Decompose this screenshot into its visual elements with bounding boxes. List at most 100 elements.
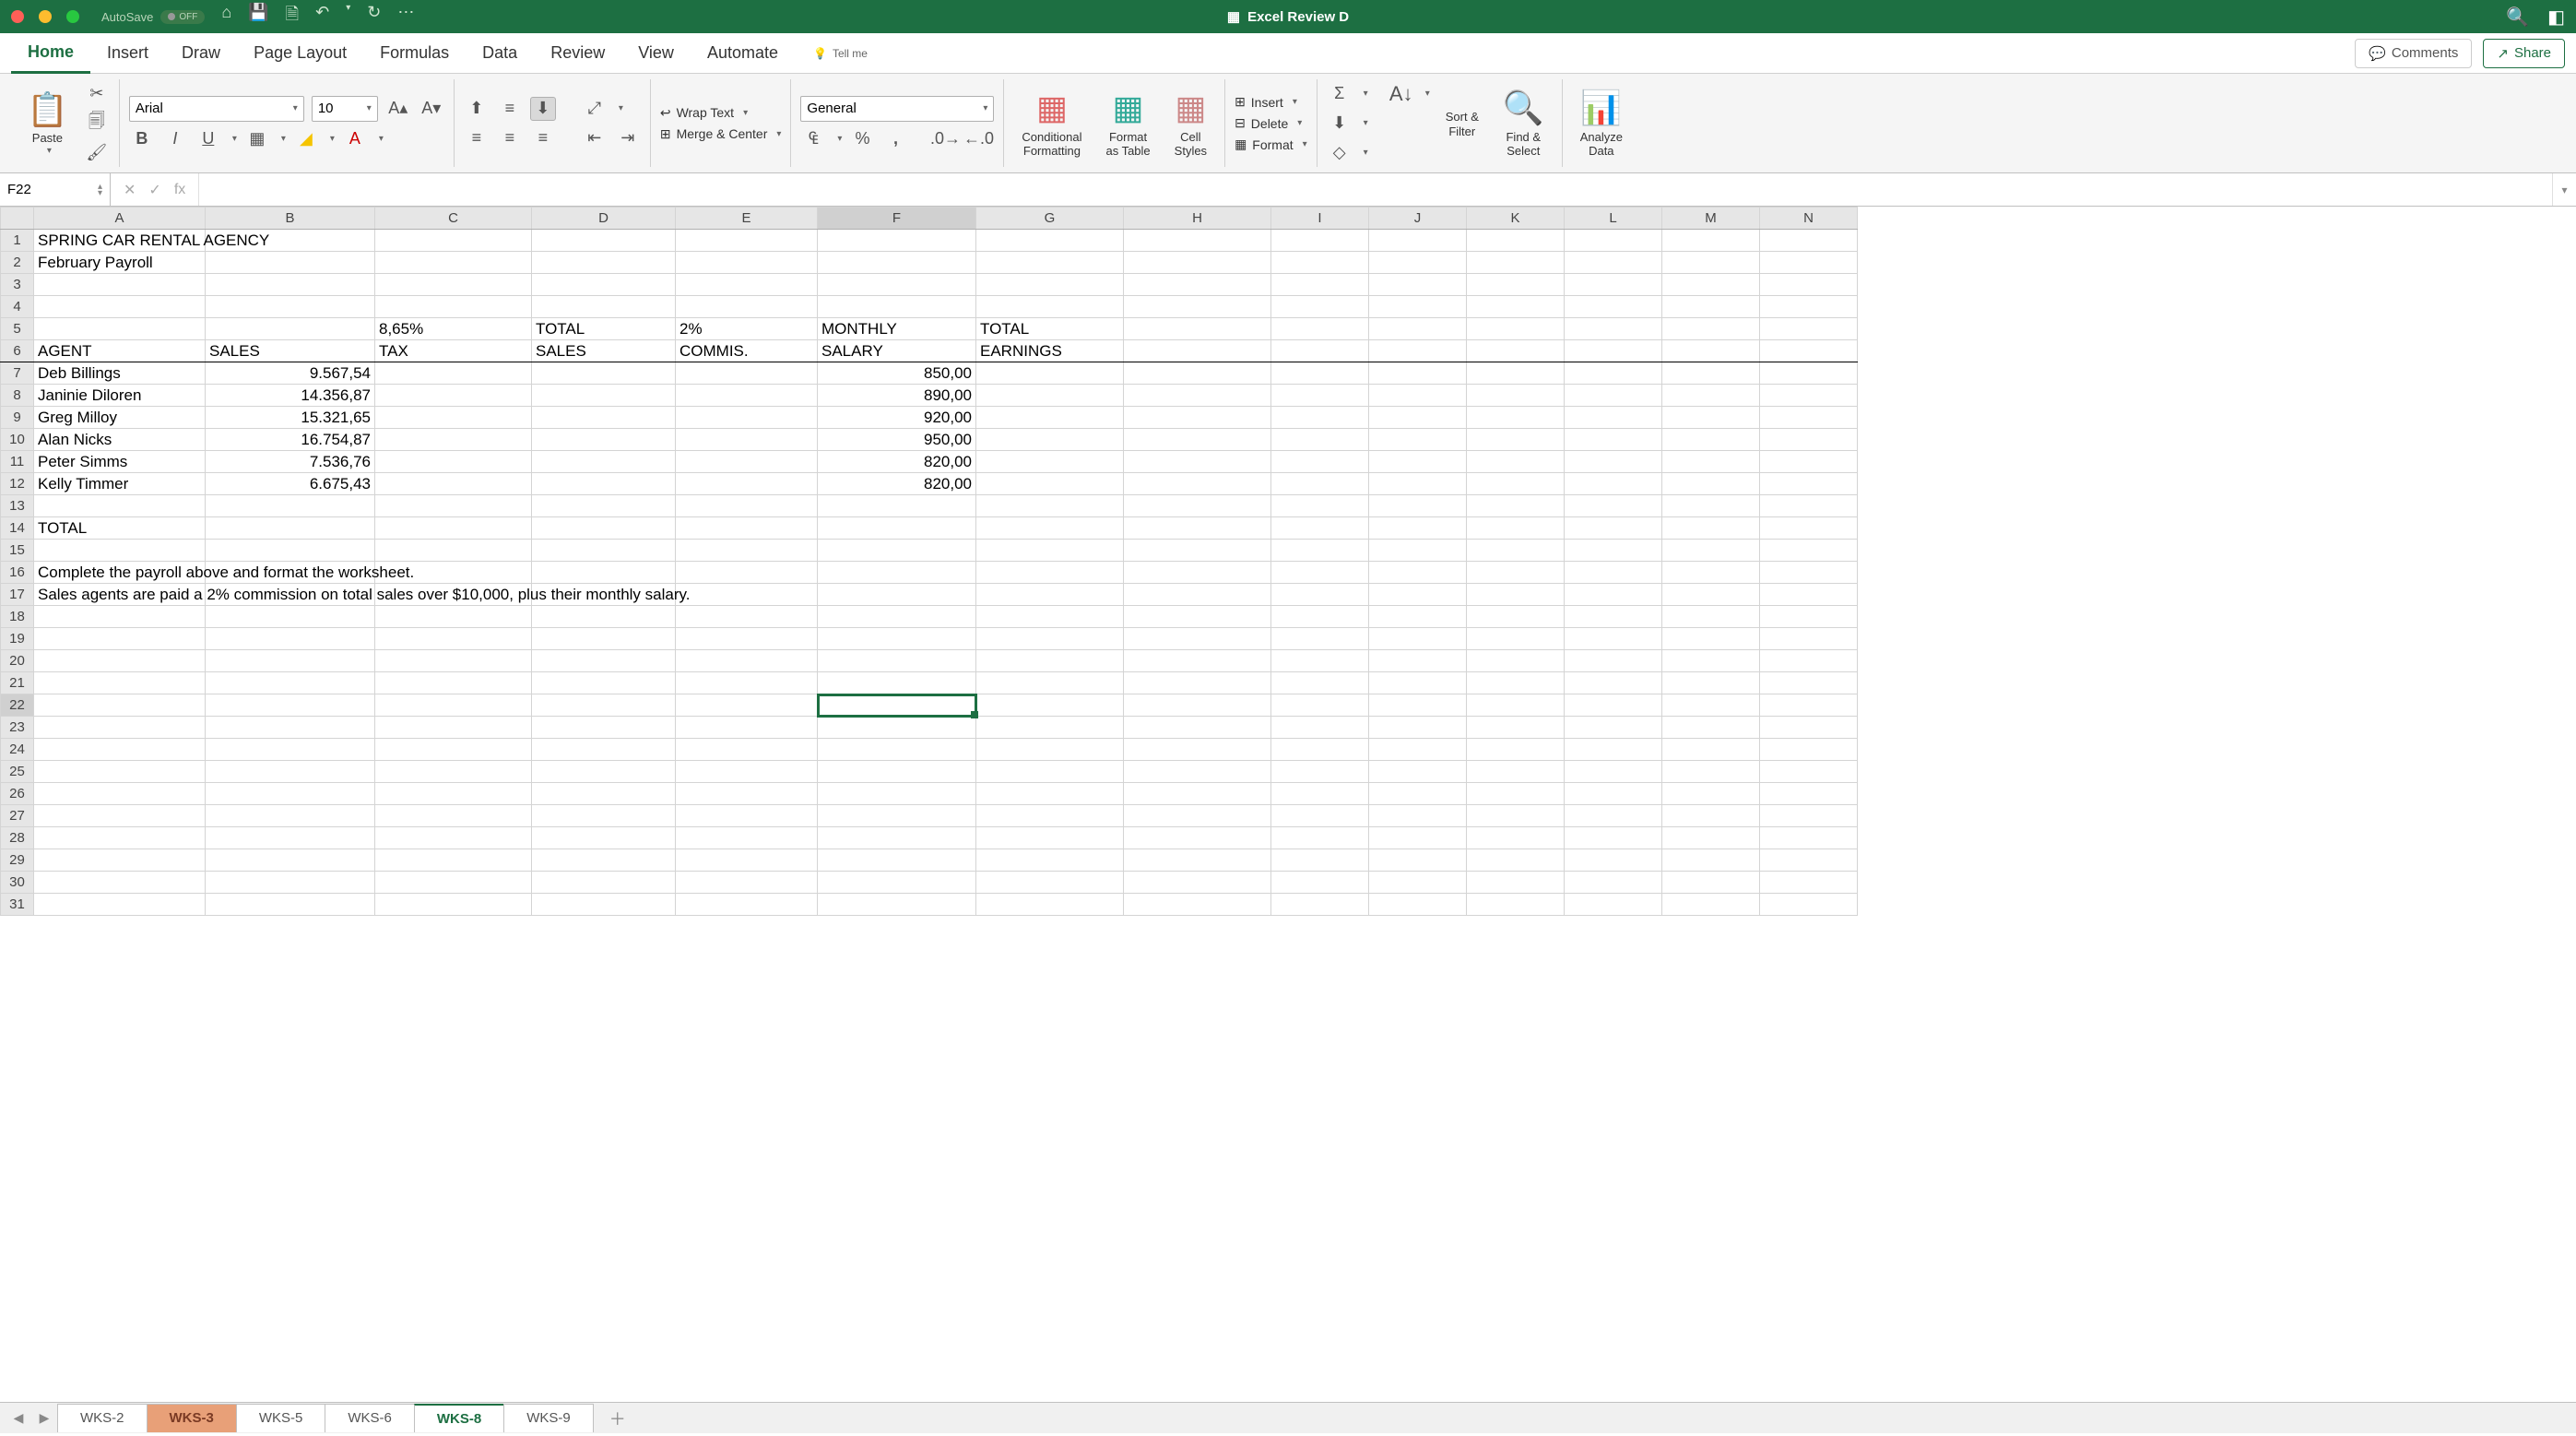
cell-D18[interactable] bbox=[532, 606, 676, 628]
cell-F19[interactable] bbox=[818, 628, 976, 650]
cell-L6[interactable] bbox=[1565, 340, 1662, 362]
cell-A10[interactable]: Alan Nicks bbox=[34, 429, 206, 451]
cell-I12[interactable] bbox=[1271, 473, 1369, 495]
cell-G30[interactable] bbox=[976, 872, 1124, 894]
cell-H9[interactable] bbox=[1124, 407, 1271, 429]
cell-D24[interactable] bbox=[532, 739, 676, 761]
cell-G1[interactable] bbox=[976, 230, 1124, 252]
cell-E30[interactable] bbox=[676, 872, 818, 894]
cell-G21[interactable] bbox=[976, 672, 1124, 694]
cell-B18[interactable] bbox=[206, 606, 375, 628]
cell-F4[interactable] bbox=[818, 296, 976, 318]
cell-I29[interactable] bbox=[1271, 849, 1369, 872]
cell-F14[interactable] bbox=[818, 517, 976, 540]
save-icon[interactable]: 💾 bbox=[248, 3, 268, 30]
cell-J3[interactable] bbox=[1369, 274, 1467, 296]
cell-K12[interactable] bbox=[1467, 473, 1565, 495]
cell-I28[interactable] bbox=[1271, 827, 1369, 849]
cell-M7[interactable] bbox=[1662, 362, 1760, 385]
sheet-tab-WKS-3[interactable]: WKS-3 bbox=[147, 1404, 237, 1432]
cell-H30[interactable] bbox=[1124, 872, 1271, 894]
align-right-icon[interactable]: ≡ bbox=[530, 126, 556, 150]
cell-A29[interactable] bbox=[34, 849, 206, 872]
cell-K28[interactable] bbox=[1467, 827, 1565, 849]
cell-G16[interactable] bbox=[976, 562, 1124, 584]
comments-button[interactable]: 💬 Comments bbox=[2355, 39, 2472, 68]
row-header-14[interactable]: 14 bbox=[1, 517, 34, 540]
cell-A14[interactable]: TOTAL bbox=[34, 517, 206, 540]
cell-N24[interactable] bbox=[1760, 739, 1858, 761]
cell-A11[interactable]: Peter Simms bbox=[34, 451, 206, 473]
cell-G26[interactable] bbox=[976, 783, 1124, 805]
cell-N8[interactable] bbox=[1760, 385, 1858, 407]
cell-M18[interactable] bbox=[1662, 606, 1760, 628]
cell-L20[interactable] bbox=[1565, 650, 1662, 672]
sheet-nav-prev[interactable]: ◀ bbox=[6, 1410, 31, 1426]
align-top-icon[interactable]: ⬆ bbox=[464, 97, 490, 121]
enter-icon[interactable]: ✓ bbox=[148, 181, 160, 199]
cell-B27[interactable] bbox=[206, 805, 375, 827]
row-header-23[interactable]: 23 bbox=[1, 717, 34, 739]
col-header-K[interactable]: K bbox=[1467, 208, 1565, 230]
cell-G11[interactable] bbox=[976, 451, 1124, 473]
cell-A30[interactable] bbox=[34, 872, 206, 894]
cell-G17[interactable] bbox=[976, 584, 1124, 606]
cell-L30[interactable] bbox=[1565, 872, 1662, 894]
cell-B14[interactable] bbox=[206, 517, 375, 540]
cell-J30[interactable] bbox=[1369, 872, 1467, 894]
cell-E24[interactable] bbox=[676, 739, 818, 761]
cell-J4[interactable] bbox=[1369, 296, 1467, 318]
cell-M13[interactable] bbox=[1662, 495, 1760, 517]
row-header-9[interactable]: 9 bbox=[1, 407, 34, 429]
cell-J12[interactable] bbox=[1369, 473, 1467, 495]
cell-I15[interactable] bbox=[1271, 540, 1369, 562]
cell-C27[interactable] bbox=[375, 805, 532, 827]
row-header-11[interactable]: 11 bbox=[1, 451, 34, 473]
cell-E5[interactable]: 2% bbox=[676, 318, 818, 340]
cell-N11[interactable] bbox=[1760, 451, 1858, 473]
cell-I16[interactable] bbox=[1271, 562, 1369, 584]
cell-J19[interactable] bbox=[1369, 628, 1467, 650]
cell-M24[interactable] bbox=[1662, 739, 1760, 761]
increase-indent-icon[interactable]: ⇥ bbox=[615, 126, 641, 150]
cell-A23[interactable] bbox=[34, 717, 206, 739]
cell-J1[interactable] bbox=[1369, 230, 1467, 252]
cell-G24[interactable] bbox=[976, 739, 1124, 761]
cell-I5[interactable] bbox=[1271, 318, 1369, 340]
cell-E8[interactable] bbox=[676, 385, 818, 407]
cell-N3[interactable] bbox=[1760, 274, 1858, 296]
cell-C11[interactable] bbox=[375, 451, 532, 473]
merge-center-button[interactable]: ⊞ Merge & Center▾ bbox=[660, 126, 782, 142]
cell-M20[interactable] bbox=[1662, 650, 1760, 672]
cell-C5[interactable]: 8,65% bbox=[375, 318, 532, 340]
cell-J28[interactable] bbox=[1369, 827, 1467, 849]
cell-N15[interactable] bbox=[1760, 540, 1858, 562]
cell-C22[interactable] bbox=[375, 694, 532, 717]
cell-J21[interactable] bbox=[1369, 672, 1467, 694]
cell-F2[interactable] bbox=[818, 252, 976, 274]
cell-H10[interactable] bbox=[1124, 429, 1271, 451]
cell-G9[interactable] bbox=[976, 407, 1124, 429]
cell-H4[interactable] bbox=[1124, 296, 1271, 318]
cell-E14[interactable] bbox=[676, 517, 818, 540]
cell-N25[interactable] bbox=[1760, 761, 1858, 783]
cell-M31[interactable] bbox=[1662, 894, 1760, 916]
cell-K10[interactable] bbox=[1467, 429, 1565, 451]
cell-L19[interactable] bbox=[1565, 628, 1662, 650]
row-header-6[interactable]: 6 bbox=[1, 340, 34, 362]
cell-J20[interactable] bbox=[1369, 650, 1467, 672]
cell-B21[interactable] bbox=[206, 672, 375, 694]
cell-G15[interactable] bbox=[976, 540, 1124, 562]
formula-input[interactable] bbox=[199, 173, 2552, 206]
cell-H24[interactable] bbox=[1124, 739, 1271, 761]
cell-H12[interactable] bbox=[1124, 473, 1271, 495]
cell-B24[interactable] bbox=[206, 739, 375, 761]
cell-L3[interactable] bbox=[1565, 274, 1662, 296]
row-header-8[interactable]: 8 bbox=[1, 385, 34, 407]
cell-K9[interactable] bbox=[1467, 407, 1565, 429]
currency-icon[interactable]: ₠ bbox=[800, 127, 826, 151]
align-middle-icon[interactable]: ≡ bbox=[497, 97, 523, 121]
cell-F9[interactable]: 920,00 bbox=[818, 407, 976, 429]
cell-B15[interactable] bbox=[206, 540, 375, 562]
cell-F26[interactable] bbox=[818, 783, 976, 805]
